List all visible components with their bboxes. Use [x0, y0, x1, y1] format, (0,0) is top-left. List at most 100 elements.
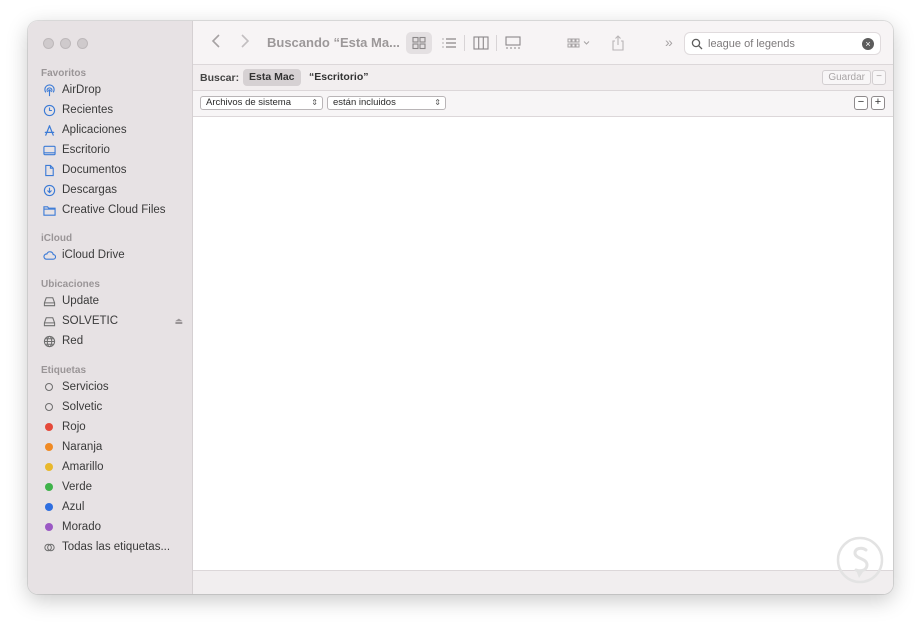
results-area	[193, 117, 893, 570]
criteria-condition-select[interactable]: están incluidos ⇕	[327, 96, 446, 110]
sidebar-item-label: Red	[62, 335, 84, 347]
document-icon	[42, 163, 56, 177]
sidebar-item-red[interactable]: Red	[42, 331, 187, 351]
sidebar-tag-solvetic[interactable]: Solvetic	[42, 397, 187, 417]
sidebar-item-label: Update	[62, 295, 100, 307]
sidebar-tag-all[interactable]: Todas las etiquetas...	[42, 537, 187, 557]
sidebar-item-label: Recientes	[62, 104, 114, 116]
tag-dot-icon	[45, 483, 53, 491]
share-icon	[612, 35, 624, 51]
sidebar-item-documentos[interactable]: Documentos	[42, 160, 187, 180]
sidebar-section-etiquetas: Etiquetas	[41, 365, 87, 376]
remove-criteria-button[interactable]: −	[854, 96, 868, 110]
folder-icon	[42, 203, 56, 217]
sidebar-tag-servicios[interactable]: Servicios	[42, 377, 187, 397]
search-criteria-row: Archivos de sistema ⇕ están incluidos ⇕ …	[193, 91, 893, 117]
updown-chevron-icon: ⇕	[434, 98, 441, 107]
tag-dot-icon	[45, 423, 53, 431]
applications-icon	[42, 123, 56, 137]
updown-chevron-icon: ⇕	[311, 98, 318, 107]
toolbar: Buscando “Esta Ma... » ×	[193, 21, 893, 65]
sidebar-item-recientes[interactable]: Recientes	[42, 100, 187, 120]
sidebar-tag-azul[interactable]: Azul	[42, 497, 187, 517]
minimize-window-button[interactable]	[60, 38, 71, 49]
view-icons-button[interactable]	[406, 32, 432, 54]
sidebar-item-icloud-drive[interactable]: iCloud Drive	[42, 245, 187, 265]
sidebar-item-label: Naranja	[62, 441, 103, 453]
tag-dot-icon	[45, 523, 53, 531]
columns-icon	[473, 36, 489, 50]
sidebar-item-label: Servicios	[62, 381, 109, 393]
sidebar-item-solvetic[interactable]: SOLVETIC ⏏	[42, 311, 187, 331]
zoom-window-button[interactable]	[77, 38, 88, 49]
close-window-button[interactable]	[43, 38, 54, 49]
add-criteria-button[interactable]: +	[871, 96, 885, 110]
tag-dot-icon	[45, 383, 53, 391]
sidebar-item-creative-cloud-files[interactable]: Creative Cloud Files	[42, 200, 187, 220]
view-gallery-button[interactable]	[500, 32, 526, 54]
sidebar-item-label: SOLVETIC	[62, 315, 119, 327]
sidebar-item-label: Morado	[62, 521, 101, 533]
sidebar-tag-morado[interactable]: Morado	[42, 517, 187, 537]
desktop-icon	[42, 143, 56, 157]
sidebar-item-aplicaciones[interactable]: Aplicaciones	[42, 120, 187, 140]
sidebar-item-label: Amarillo	[62, 461, 104, 473]
criteria-attribute-select[interactable]: Archivos de sistema ⇕	[200, 96, 323, 110]
sidebar-item-label: Todas las etiquetas...	[62, 541, 171, 553]
sidebar-item-airdrop[interactable]: AirDrop	[42, 80, 187, 100]
sidebar-item-label: Verde	[62, 481, 93, 493]
forward-button[interactable]	[240, 33, 250, 54]
chevron-right-icon	[241, 34, 250, 48]
sidebar-item-label: iCloud Drive	[62, 249, 125, 261]
sidebar-item-label: Documentos	[62, 164, 127, 176]
eject-icon[interactable]: ⏏	[174, 316, 183, 327]
gallery-icon	[505, 36, 521, 49]
sidebar-item-label: Descargas	[62, 184, 117, 196]
search-field[interactable]: ×	[684, 32, 881, 55]
sidebar-item-label: Rojo	[62, 421, 86, 433]
sidebar-section-favoritos: Favoritos	[41, 68, 87, 79]
sidebar-tag-naranja[interactable]: Naranja	[42, 437, 187, 457]
save-search-button[interactable]: Guardar	[822, 70, 871, 85]
window-title: Buscando “Esta Ma...	[267, 35, 400, 50]
search-scope-bar: Buscar: Esta Mac “Escritorio” Guardar −	[193, 65, 893, 91]
all-tags-icon	[42, 540, 56, 554]
tag-dot-icon	[45, 403, 53, 411]
sidebar-tag-amarillo[interactable]: Amarillo	[42, 457, 187, 477]
collapse-scope-button[interactable]: −	[872, 70, 886, 85]
airdrop-icon	[42, 83, 56, 97]
clear-search-icon[interactable]: ×	[862, 38, 874, 50]
search-input[interactable]	[708, 37, 858, 50]
sidebar: Favoritos AirDrop Recientes Aplicaciones…	[28, 21, 193, 594]
scope-this-mac[interactable]: Esta Mac	[243, 69, 301, 86]
tag-dot-icon	[45, 463, 53, 471]
view-list-button[interactable]	[436, 32, 462, 54]
sidebar-item-label: Azul	[62, 501, 85, 513]
sidebar-item-escritorio[interactable]: Escritorio	[42, 140, 187, 160]
drive-icon	[42, 294, 56, 308]
sidebar-item-label: AirDrop	[62, 84, 101, 96]
sidebar-item-descargas[interactable]: Descargas	[42, 180, 187, 200]
drive-icon	[42, 314, 56, 328]
view-columns-button[interactable]	[468, 32, 494, 54]
chevron-left-icon	[211, 34, 220, 48]
sidebar-item-update[interactable]: Update	[42, 291, 187, 311]
clock-icon	[42, 103, 56, 117]
sidebar-section-icloud: iCloud	[41, 233, 73, 244]
sidebar-tag-verde[interactable]: Verde	[42, 477, 187, 497]
finder-window: Favoritos AirDrop Recientes Aplicaciones…	[28, 21, 893, 594]
tag-dot-icon	[45, 503, 53, 511]
sidebar-tag-rojo[interactable]: Rojo	[42, 417, 187, 437]
toolbar-overflow-button[interactable]: »	[665, 34, 673, 50]
group-by-button[interactable]	[561, 32, 597, 54]
download-icon	[42, 183, 56, 197]
sidebar-item-label: Solvetic	[62, 401, 103, 413]
scope-desktop[interactable]: “Escritorio”	[303, 69, 375, 86]
share-button[interactable]	[605, 32, 631, 54]
back-button[interactable]	[211, 33, 221, 54]
network-icon	[42, 334, 56, 348]
list-icon	[442, 38, 456, 48]
criteria-condition-value: están incluidos	[333, 97, 396, 108]
criteria-attribute-value: Archivos de sistema	[206, 97, 292, 108]
sidebar-item-label: Escritorio	[62, 144, 110, 156]
